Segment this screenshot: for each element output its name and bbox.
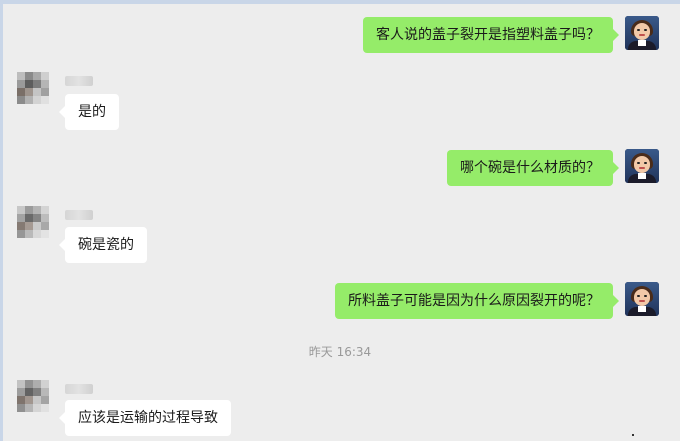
user-avatar-icon[interactable] — [625, 16, 659, 50]
contact-avatar-icon[interactable] — [17, 206, 51, 242]
user-avatar-icon[interactable] — [625, 282, 659, 316]
contact-avatar-icon[interactable] — [17, 72, 51, 108]
cursor-dot — [632, 434, 634, 436]
user-avatar-icon[interactable] — [625, 149, 659, 183]
message-bubble-incoming[interactable]: 应该是运输的过程导致 — [59, 400, 231, 436]
message-bubble-incoming[interactable]: 碗是瓷的 — [59, 227, 147, 263]
message-bubble-outgoing[interactable]: 客人说的盖子裂开是指塑料盖子吗？ — [363, 17, 619, 53]
contact-name-redacted — [65, 76, 93, 86]
chat-message-list[interactable]: 客人说的盖子裂开是指塑料盖子吗？ 是的 哪个碗是什么材质的？ 碗是瓷的 所料盖子… — [0, 0, 680, 441]
message-timestamp: 昨天 16:34 — [308, 345, 372, 359]
message-bubble-incoming[interactable]: 是的 — [59, 94, 119, 130]
contact-name-redacted — [65, 210, 93, 220]
message-bubble-outgoing[interactable]: 所料盖子可能是因为什么原因裂开的呢？ — [335, 283, 619, 319]
message-bubble-outgoing[interactable]: 哪个碗是什么材质的？ — [447, 150, 619, 186]
contact-avatar-icon[interactable] — [17, 380, 51, 416]
contact-name-redacted — [65, 384, 93, 394]
